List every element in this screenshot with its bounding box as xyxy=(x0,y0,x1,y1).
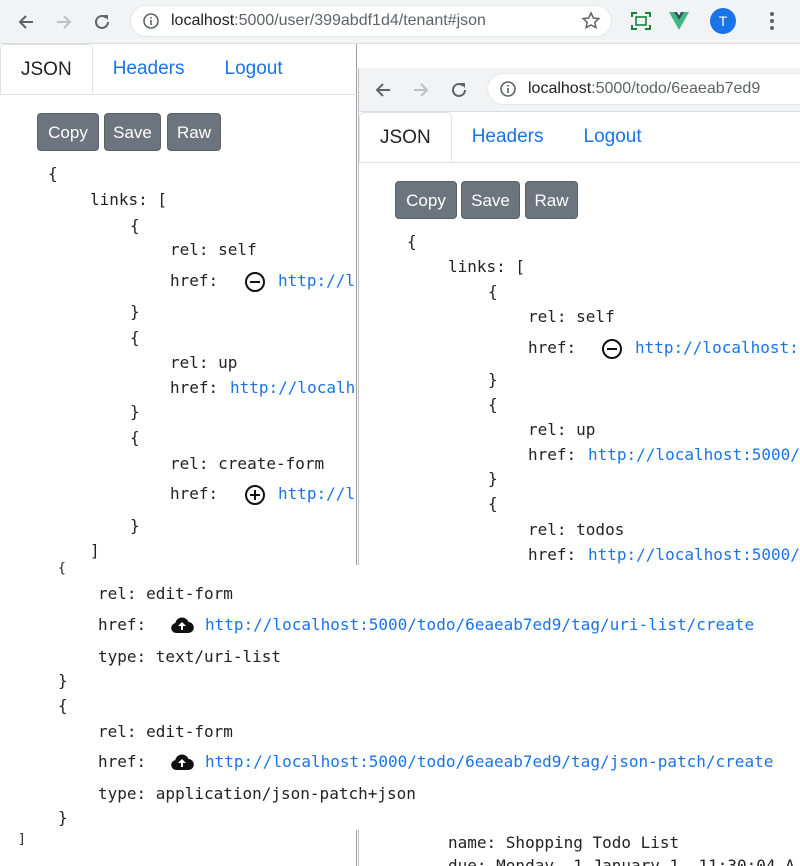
json-key: links: [ xyxy=(448,257,526,276)
json-field: href: xyxy=(170,378,219,397)
json-brace: } xyxy=(130,516,140,535)
json-brace: { xyxy=(130,328,140,347)
json-field: rel: edit-form xyxy=(98,722,233,741)
bookmark-star-icon[interactable] xyxy=(581,11,601,31)
info-icon[interactable] xyxy=(143,13,159,29)
json-brace: { xyxy=(488,395,498,414)
tab-logout[interactable]: Logout xyxy=(205,44,303,94)
json-brace: } xyxy=(130,402,140,421)
more-menu-icon[interactable] xyxy=(768,10,776,36)
json-field: href: xyxy=(528,545,577,564)
json-brace: { xyxy=(488,282,498,301)
forward-arrow-icon[interactable] xyxy=(50,8,78,36)
json-key: links: [ xyxy=(90,190,168,209)
href-link[interactable]: http://localhost:5000/todo/6eaeab7ed9/ta… xyxy=(205,615,754,635)
json-field: href: xyxy=(98,615,147,634)
href-link[interactable]: http://localhost: xyxy=(635,338,799,358)
json-field: rel: create-form xyxy=(170,454,325,473)
json-field: rel: self xyxy=(528,307,615,326)
json-field: type: application/json-patch+json xyxy=(98,784,416,803)
json-field: href: xyxy=(170,484,219,503)
json-field: rel: edit-form xyxy=(98,584,233,603)
back-arrow-icon[interactable] xyxy=(369,76,397,104)
raw-button[interactable]: Raw xyxy=(167,113,221,151)
json-field: rel: up xyxy=(528,420,596,439)
url-path: :5000/todo/6eaeab7ed9 xyxy=(591,80,761,97)
address-bar[interactable]: localhost:5000/user/399abdf1d4/tenant#js… xyxy=(130,5,612,37)
reload-icon[interactable] xyxy=(445,76,473,104)
json-brace: } xyxy=(488,469,498,488)
json-field: rel: up xyxy=(170,353,238,372)
browser-toolbar-right: localhost:5000/todo/6eaeab7ed9 xyxy=(359,68,800,112)
tab-headers[interactable]: Headers xyxy=(93,44,205,94)
minus-circle-icon[interactable] xyxy=(244,271,266,297)
back-arrow-icon[interactable] xyxy=(12,8,40,36)
json-field: href: xyxy=(528,338,577,357)
json-field: href: xyxy=(98,752,147,771)
json-field: type: text/uri-list xyxy=(98,647,282,666)
save-button[interactable]: Save xyxy=(461,181,520,219)
href-link[interactable]: http://localhost:5000/ xyxy=(588,545,800,565)
info-icon[interactable] xyxy=(500,81,516,97)
cloud-upload-icon[interactable] xyxy=(170,616,194,638)
forward-arrow-icon[interactable] xyxy=(407,76,435,104)
href-link[interactable]: http://localhost:5000/todo/6eaeab7ed9/ta… xyxy=(205,752,773,772)
tab-headers[interactable]: Headers xyxy=(452,112,564,162)
json-brace: } xyxy=(58,808,68,827)
href-link[interactable]: http://localh xyxy=(230,378,355,398)
json-bracket-partial: ] xyxy=(18,832,26,847)
minus-circle-icon[interactable] xyxy=(601,338,623,364)
vue-devtools-icon[interactable] xyxy=(668,11,690,35)
json-brace: } xyxy=(58,671,68,690)
plus-circle-icon[interactable] xyxy=(244,484,266,510)
json-brace: } xyxy=(488,370,498,389)
browser-toolbar: localhost:5000/user/399abdf1d4/tenant#js… xyxy=(0,0,800,44)
json-snippet-overlay: { rel: edit-form href: http://localhost:… xyxy=(0,561,800,830)
href-link[interactable]: http://l xyxy=(278,484,355,504)
json-brace: } xyxy=(130,302,140,321)
url-path: :5000/user/399abdf1d4/tenant#json xyxy=(234,12,486,29)
json-brace: { xyxy=(48,164,58,183)
address-bar[interactable]: localhost:5000/todo/6eaeab7ed9 xyxy=(487,73,800,105)
json-brace: { xyxy=(407,232,417,251)
tab-bar: JSON Headers Logout xyxy=(359,112,800,163)
screen-capture-icon[interactable] xyxy=(630,11,652,35)
tab-bar: JSON Headers Logout xyxy=(0,44,357,95)
json-field-partial: name: Shopping Todo List xyxy=(448,833,680,852)
json-bracket: ] xyxy=(90,541,100,560)
json-field: rel: todos xyxy=(528,520,625,539)
raw-button[interactable]: Raw xyxy=(525,181,578,219)
json-field: href: xyxy=(170,271,219,290)
tab-json[interactable]: JSON xyxy=(0,44,93,94)
href-link[interactable]: http://localhost:5000/ xyxy=(588,445,800,465)
url-host: localhost xyxy=(528,80,592,97)
copy-button[interactable]: Copy xyxy=(395,181,457,219)
save-button[interactable]: Save xyxy=(104,113,161,151)
tab-logout[interactable]: Logout xyxy=(564,112,662,162)
json-brace: { xyxy=(130,428,140,447)
json-brace: { xyxy=(488,494,498,513)
json-brace-partial: { xyxy=(58,561,66,576)
cloud-upload-icon[interactable] xyxy=(170,753,194,775)
json-brace: { xyxy=(130,216,140,235)
tab-json[interactable]: JSON xyxy=(359,112,452,162)
url-host: localhost xyxy=(171,12,235,29)
json-brace: { xyxy=(58,696,68,715)
profile-avatar[interactable]: T xyxy=(710,8,736,34)
copy-button[interactable]: Copy xyxy=(37,113,99,151)
reload-icon[interactable] xyxy=(88,8,116,36)
json-field-partial: due: Monday, 1 January 1, 11:30:04 A xyxy=(448,856,795,866)
json-field: rel: self xyxy=(170,240,257,259)
href-link[interactable]: http://l xyxy=(278,271,355,291)
json-field: href: xyxy=(528,445,577,464)
